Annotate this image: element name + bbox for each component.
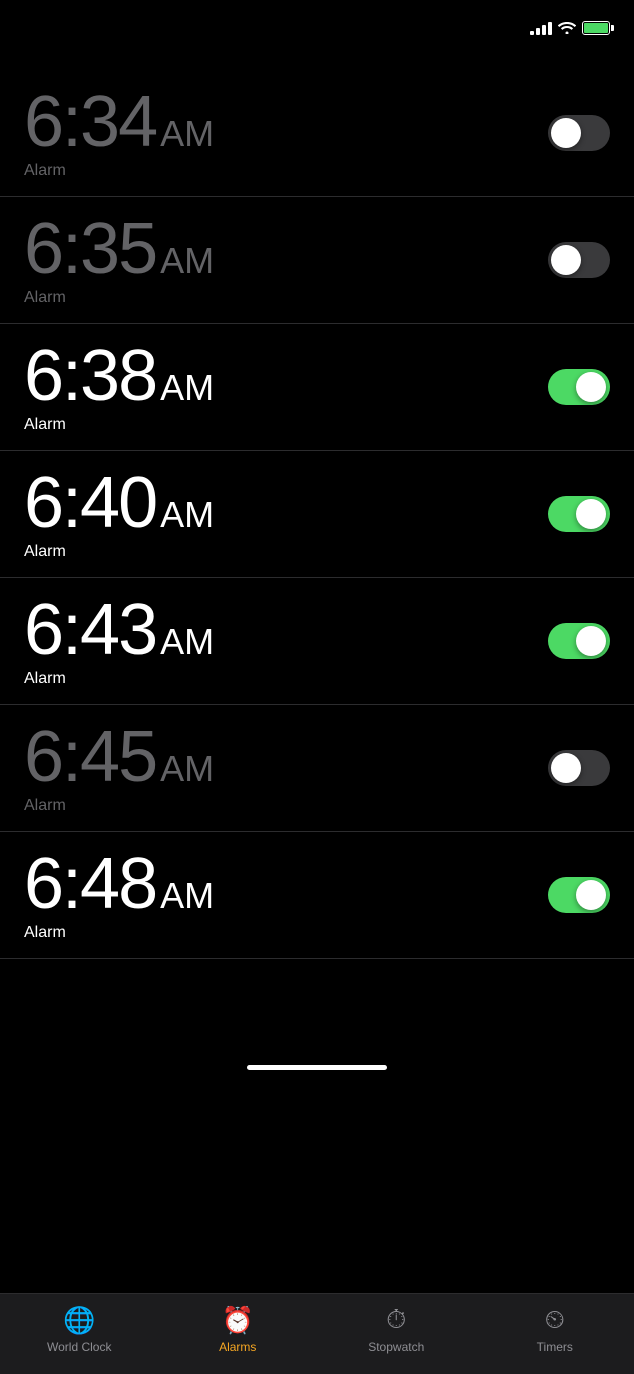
alarm-time: 6:38 AM xyxy=(24,340,214,412)
toggle-knob xyxy=(576,499,606,529)
alarm-label: Alarm xyxy=(24,162,214,180)
tab-timers[interactable]: ⏲ Timers xyxy=(515,1304,595,1354)
alarm-time: 6:43 AM xyxy=(24,594,214,666)
home-indicator xyxy=(247,1065,387,1070)
status-icons xyxy=(530,20,610,37)
alarm-item[interactable]: 6:48 AM Alarm xyxy=(0,832,634,959)
alarm-item[interactable]: 6:34 AM Alarm xyxy=(0,70,634,197)
stopwatch-label: Stopwatch xyxy=(368,1340,424,1354)
alarm-time: 6:34 AM xyxy=(24,86,214,158)
alarm-item[interactable]: 6:40 AM Alarm xyxy=(0,451,634,578)
alarm-info: 6:45 AM Alarm xyxy=(24,721,214,815)
alarm-time-main: 6:38 xyxy=(24,340,156,412)
alarm-toggle[interactable] xyxy=(548,496,610,532)
alarm-ampm: AM xyxy=(160,497,214,533)
battery-icon xyxy=(582,21,610,35)
alarm-info: 6:38 AM Alarm xyxy=(24,340,214,434)
alarm-info: 6:40 AM Alarm xyxy=(24,467,214,561)
timers-icon: ⏲ xyxy=(545,1304,565,1336)
alarm-info: 6:48 AM Alarm xyxy=(24,848,214,942)
status-bar xyxy=(0,0,634,50)
alarm-ampm: AM xyxy=(160,878,214,914)
alarm-ampm: AM xyxy=(160,370,214,406)
alarm-time: 6:48 AM xyxy=(24,848,214,920)
signal-icon xyxy=(530,21,552,35)
alarm-toggle[interactable] xyxy=(548,877,610,913)
world-clock-icon: 🌐 xyxy=(63,1305,95,1336)
alarm-list: 6:34 AM Alarm 6:35 AM Alarm 6:38 AM Alar… xyxy=(0,70,634,1059)
alarm-ampm: AM xyxy=(160,751,214,787)
world-clock-label: World Clock xyxy=(47,1340,111,1354)
toggle-knob xyxy=(551,118,581,148)
tab-world-clock[interactable]: 🌐 World Clock xyxy=(39,1305,119,1354)
alarm-info: 6:34 AM Alarm xyxy=(24,86,214,180)
alarm-info: 6:35 AM Alarm xyxy=(24,213,214,307)
alarms-icon: ⏰ xyxy=(222,1305,254,1336)
alarm-item[interactable]: 6:43 AM Alarm xyxy=(0,578,634,705)
toggle-knob xyxy=(551,753,581,783)
alarm-item[interactable]: 6:45 AM Alarm xyxy=(0,705,634,832)
alarm-ampm: AM xyxy=(160,624,214,660)
alarms-label: Alarms xyxy=(219,1340,256,1354)
alarm-label: Alarm xyxy=(24,416,214,434)
alarm-time-main: 6:40 xyxy=(24,467,156,539)
alarm-info: 6:43 AM Alarm xyxy=(24,594,214,688)
alarm-item[interactable]: 6:35 AM Alarm xyxy=(0,197,634,324)
alarm-time: 6:35 AM xyxy=(24,213,214,285)
tab-stopwatch[interactable]: ⏱ Stopwatch xyxy=(356,1304,436,1354)
stopwatch-icon: ⏱ xyxy=(386,1304,406,1336)
alarm-toggle[interactable] xyxy=(548,750,610,786)
alarm-toggle[interactable] xyxy=(548,115,610,151)
alarm-label: Alarm xyxy=(24,797,214,815)
alarm-label: Alarm xyxy=(24,289,214,307)
alarm-toggle[interactable] xyxy=(548,242,610,278)
alarm-time: 6:40 AM xyxy=(24,467,214,539)
alarm-toggle[interactable] xyxy=(548,623,610,659)
nav-bar xyxy=(0,50,634,70)
alarm-label: Alarm xyxy=(24,670,214,688)
alarm-time: 6:45 AM xyxy=(24,721,214,793)
tab-bar: 🌐 World Clock ⏰ Alarms ⏱ Stopwatch ⏲ Tim… xyxy=(0,1293,634,1374)
alarm-time-main: 6:45 xyxy=(24,721,156,793)
toggle-knob xyxy=(551,245,581,275)
alarm-time-main: 6:43 xyxy=(24,594,156,666)
timers-label: Timers xyxy=(537,1340,573,1354)
wifi-icon xyxy=(558,20,576,37)
alarm-time-main: 6:48 xyxy=(24,848,156,920)
alarm-ampm: AM xyxy=(160,243,214,279)
alarm-time-main: 6:34 xyxy=(24,86,156,158)
toggle-knob xyxy=(576,372,606,402)
alarm-ampm: AM xyxy=(160,116,214,152)
alarm-label: Alarm xyxy=(24,924,214,942)
alarm-toggle[interactable] xyxy=(548,369,610,405)
tab-alarms[interactable]: ⏰ Alarms xyxy=(198,1305,278,1354)
toggle-knob xyxy=(576,626,606,656)
alarm-label: Alarm xyxy=(24,543,214,561)
toggle-knob xyxy=(576,880,606,910)
alarm-time-main: 6:35 xyxy=(24,213,156,285)
alarm-item[interactable]: 6:38 AM Alarm xyxy=(0,324,634,451)
